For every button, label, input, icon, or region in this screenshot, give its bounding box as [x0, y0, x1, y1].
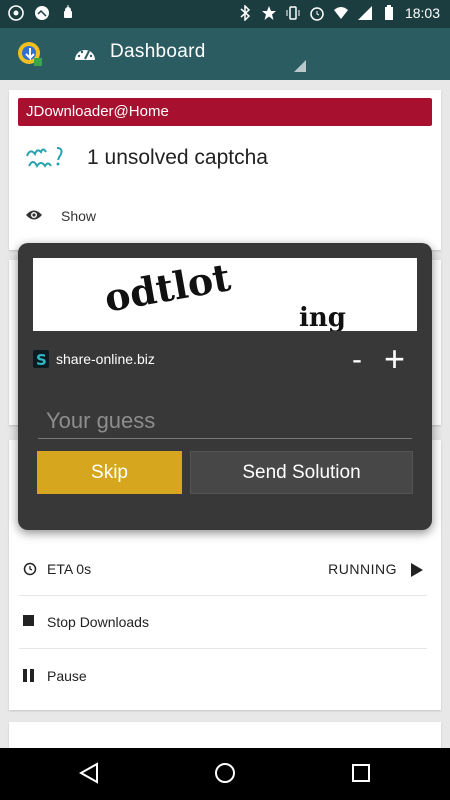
android-debug-icon	[64, 5, 72, 18]
captcha-word-2: ing	[299, 303, 346, 331]
zoom-in-button[interactable]: +	[384, 341, 405, 377]
dropdown-indicator-icon[interactable]	[294, 60, 306, 72]
recent-apps-icon[interactable]	[352, 764, 370, 782]
gallery-icon	[35, 6, 49, 20]
captcha-dialog: odtlot ing S share-online.biz - + Skip S…	[18, 243, 432, 530]
eye-icon	[26, 210, 42, 220]
pause-row[interactable]: Pause	[19, 652, 427, 702]
hoster-name: share-online.biz	[56, 351, 155, 367]
device-card: JDownloader@Home 1 unsolved captcha Show	[9, 90, 441, 250]
running-status: RUNNING	[328, 561, 397, 577]
stop-icon	[23, 615, 34, 626]
navigation-bar	[0, 748, 450, 800]
signal-icon	[357, 6, 372, 20]
page-title[interactable]: Dashboard	[110, 41, 206, 63]
battery-icon	[384, 5, 393, 20]
captcha-image: odtlot ing	[33, 258, 417, 331]
share-online-icon: S	[33, 350, 49, 368]
bluetooth-icon	[240, 5, 251, 21]
eta-label: ETA 0s	[47, 561, 92, 577]
device-name-bar[interactable]: JDownloader@Home	[18, 98, 432, 126]
status-bar: 18:03	[0, 0, 450, 28]
vibrate-icon	[286, 6, 300, 20]
pause-icon	[23, 669, 34, 682]
captcha-icon	[26, 147, 63, 168]
back-icon[interactable]	[78, 762, 100, 784]
jdownloader-logo-icon[interactable]	[16, 40, 44, 68]
send-solution-button[interactable]: Send Solution	[190, 451, 413, 494]
show-captcha-button[interactable]: Show	[61, 208, 96, 224]
pause-button[interactable]: Pause	[47, 668, 87, 684]
app-bar: Dashboard	[0, 28, 450, 80]
clock-time: 18:03	[404, 5, 440, 21]
home-icon[interactable]	[214, 762, 236, 784]
unsolved-captcha-text[interactable]: 1 unsolved captcha	[87, 146, 268, 170]
skip-button[interactable]: Skip	[37, 451, 182, 494]
star-icon	[261, 6, 276, 20]
stop-downloads-button[interactable]: Stop Downloads	[47, 614, 149, 630]
zoom-out-button[interactable]: -	[352, 345, 362, 375]
alarm-icon	[310, 7, 324, 21]
stop-downloads-row[interactable]: Stop Downloads	[19, 598, 427, 649]
wifi-icon	[333, 7, 348, 19]
svg-text:S: S	[36, 351, 47, 368]
chrome-icon	[8, 5, 24, 21]
play-icon[interactable]	[411, 563, 423, 577]
clock-icon	[23, 562, 37, 576]
captcha-guess-input[interactable]	[38, 403, 412, 439]
dashboard-icon	[75, 50, 95, 60]
eta-row: ETA 0s RUNNING	[19, 545, 427, 596]
